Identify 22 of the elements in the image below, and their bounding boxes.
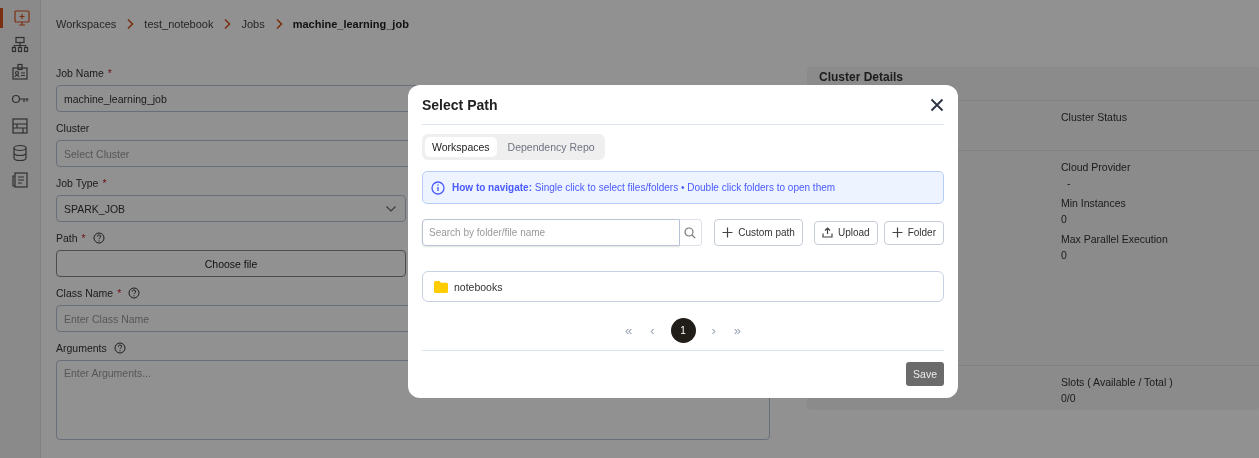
required-asterisk: * <box>107 66 112 79</box>
detail-value: - <box>1066 177 1072 189</box>
detail-label: Cloud Provider <box>1061 161 1132 173</box>
field-label: Cluster <box>56 121 90 134</box>
required-asterisk: * <box>81 231 86 244</box>
field-label: Job Name <box>56 66 104 79</box>
field-label: Class Name <box>56 286 114 299</box>
detail-label: Min Instances <box>1061 197 1127 209</box>
field-label: Path <box>56 231 78 244</box>
detail-value: 0 <box>1061 249 1068 261</box>
detail-label: Cluster Status <box>1061 111 1128 123</box>
required-asterisk: * <box>117 286 122 299</box>
dialog-title: Select Path <box>422 96 498 113</box>
detail-value: 0 <box>1061 213 1068 225</box>
detail-label: Max Parallel Execution <box>1061 233 1169 245</box>
detail-label: Slots ( Available / Total ) <box>1061 376 1174 388</box>
detail-value: 0/0 <box>1061 392 1077 404</box>
field-label: Job Type <box>56 176 99 189</box>
info-text: How to navigate: Single click to select files/folders • Double click folders to open them <box>452 182 836 193</box>
field-label: Arguments <box>56 341 107 354</box>
breadcrumb-current: machine_learning_job <box>292 18 409 30</box>
required-asterisk: * <box>102 176 107 189</box>
